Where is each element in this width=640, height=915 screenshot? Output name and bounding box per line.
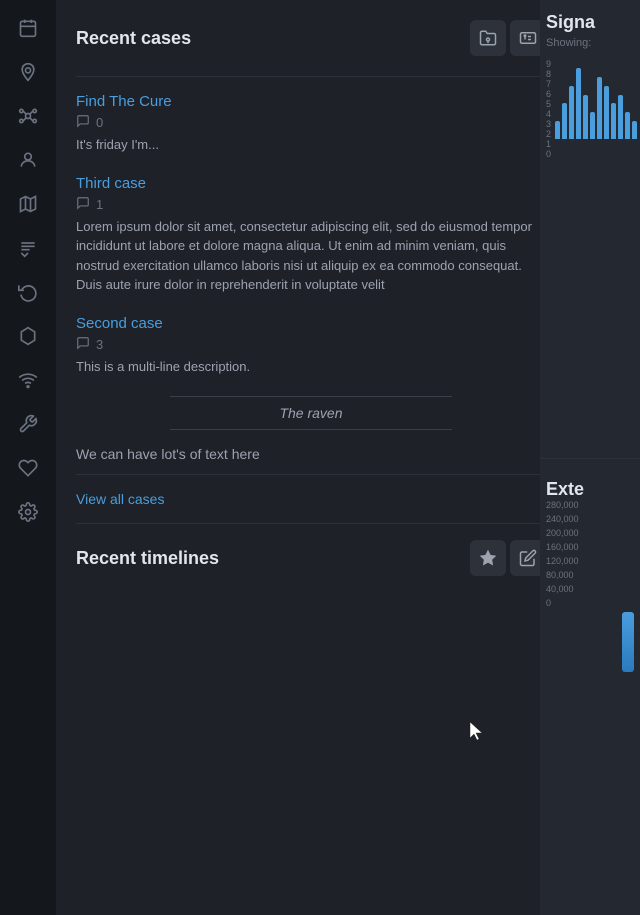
raven-block: The raven <box>76 396 546 430</box>
sidebar-item-signal[interactable] <box>8 360 48 400</box>
case-description-1: It's friday I'm... <box>76 135 546 155</box>
view-all-cases-link[interactable]: View all cases <box>76 491 546 507</box>
bar <box>569 86 574 139</box>
bar <box>597 77 602 139</box>
case-body-scroll-2[interactable]: Lorem ipsum dolor sit amet, consectetur … <box>76 217 546 295</box>
case-comment-count-3: 3 <box>96 337 103 352</box>
comment-bubble-icon-3 <box>76 336 90 353</box>
bar <box>562 103 567 139</box>
star-icon-btn[interactable] <box>470 540 506 576</box>
header-action-icons <box>470 20 546 56</box>
top-divider <box>76 76 546 77</box>
sidebar-item-tools[interactable] <box>8 404 48 444</box>
recent-timelines-header: Recent timelines <box>76 540 546 576</box>
timelines-action-icons <box>470 540 546 576</box>
case-comments-3: 3 <box>76 336 546 353</box>
sidebar-item-list[interactable] <box>8 228 48 268</box>
footer-text: We can have lot's of text here <box>76 446 546 462</box>
footer-divider <box>76 474 546 475</box>
bar <box>555 121 560 139</box>
external-section: Exte 280,000240,000200,000160,000120,000… <box>540 467 640 684</box>
bar <box>604 86 609 139</box>
bottom-section-divider <box>76 523 546 524</box>
case-comments-1: 0 <box>76 114 546 131</box>
signature-chart: 9 8 7 6 5 4 3 2 1 0 <box>546 59 634 139</box>
signature-section: Signa Showing: 9 8 7 6 5 4 3 2 1 0 <box>540 0 640 450</box>
bar <box>625 112 630 139</box>
sidebar-item-hex[interactable] <box>8 316 48 356</box>
case-item-3: Second case 3 This is a multi-line descr… <box>76 315 546 377</box>
case-comments-2: 1 <box>76 196 546 213</box>
folder-icon-btn[interactable] <box>470 20 506 56</box>
signature-title: Signa <box>546 12 634 33</box>
y-axis: 9 8 7 6 5 4 3 2 1 0 <box>546 59 551 139</box>
recent-cases-header: Recent cases <box>76 20 546 56</box>
main-content: Recent cases Find The Cure 0 It's friday… <box>56 0 566 915</box>
case-item-1: Find The Cure 0 It's friday I'm... <box>76 93 546 155</box>
bar <box>611 103 616 139</box>
sidebar-item-gear[interactable] <box>8 492 48 532</box>
sidebar-item-calendar[interactable] <box>8 8 48 48</box>
raven-line-bottom <box>170 429 452 430</box>
sidebar-item-map[interactable] <box>8 184 48 224</box>
comment-bubble-icon-2 <box>76 196 90 213</box>
case-comment-count-2: 1 <box>96 197 103 212</box>
right-panel: Signa Showing: 9 8 7 6 5 4 3 2 1 0 <box>540 0 640 915</box>
raven-text: The raven <box>279 397 342 429</box>
bar <box>618 95 623 139</box>
sidebar-item-person[interactable] <box>8 140 48 180</box>
sidebar-item-location[interactable] <box>8 52 48 92</box>
bar <box>632 121 637 139</box>
sidebar <box>0 0 56 915</box>
case-description-3: This is a multi-line description. <box>76 357 546 377</box>
sidebar-item-heart[interactable] <box>8 448 48 488</box>
bar <box>576 68 581 139</box>
case-item-2: Third case 1 Lorem ipsum dolor sit amet,… <box>76 175 546 295</box>
recent-timelines-title: Recent timelines <box>76 548 219 569</box>
sidebar-item-network[interactable] <box>8 96 48 136</box>
case-description-2: Lorem ipsum dolor sit amet, consectetur … <box>76 217 542 295</box>
sidebar-item-refresh[interactable] <box>8 272 48 312</box>
case-comment-count-1: 0 <box>96 115 103 130</box>
panel-separator <box>540 458 640 459</box>
external-title: Exte <box>546 479 634 500</box>
comment-bubble-icon-1 <box>76 114 90 131</box>
external-values: 280,000240,000200,000160,000120,00080,00… <box>546 500 634 608</box>
case-title-1[interactable]: Find The Cure <box>76 93 546 110</box>
recent-cases-title: Recent cases <box>76 28 191 49</box>
bar <box>590 112 595 139</box>
signature-subtitle: Showing: <box>546 37 634 49</box>
bar <box>583 95 588 139</box>
case-title-3[interactable]: Second case <box>76 315 546 332</box>
case-title-2[interactable]: Third case <box>76 175 546 192</box>
